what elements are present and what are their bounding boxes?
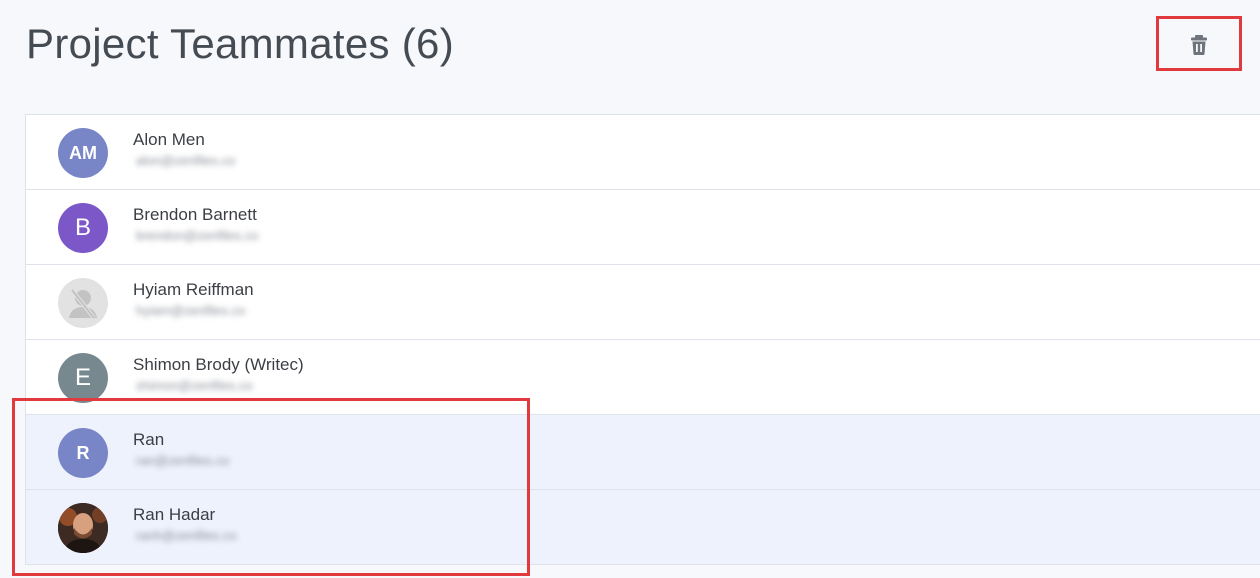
teammate-row-shimon-brody[interactable]: E Shimon Brody (Writec) shimon@zenfiles.… bbox=[26, 340, 1260, 415]
trash-icon bbox=[1191, 35, 1207, 55]
teammates-list: AM Alon Men alon@zenfiles.co B Brendon B… bbox=[25, 114, 1260, 565]
avatar: B bbox=[58, 203, 108, 253]
teammates-page: Project Teammates (6) AM Alon Men alon@z… bbox=[0, 0, 1260, 578]
teammate-row-ran[interactable]: R Ran ran@zenfiles.co bbox=[26, 415, 1260, 490]
avatar-photo bbox=[58, 503, 108, 553]
avatar-initials: B bbox=[74, 214, 91, 241]
delete-button[interactable] bbox=[1180, 28, 1218, 62]
teammate-name: Alon Men bbox=[133, 130, 205, 149]
avatar: AM bbox=[58, 128, 108, 178]
teammate-name: Hyiam Reiffman bbox=[133, 280, 254, 299]
teammate-email: brendon@zenfiles.co bbox=[136, 228, 259, 243]
teammate-name: Shimon Brody (Writec) bbox=[133, 355, 304, 374]
no-user-icon bbox=[69, 288, 97, 320]
teammate-name: Ran bbox=[133, 430, 165, 449]
teammate-email: ranh@zenfiles.co bbox=[136, 528, 237, 543]
teammate-email: alon@zenfiles.co bbox=[136, 153, 236, 168]
teammate-email: hyiam@zenfiles.co bbox=[136, 303, 246, 318]
teammate-name: Brendon Barnett bbox=[133, 205, 257, 224]
teammate-row-alon-men[interactable]: AM Alon Men alon@zenfiles.co bbox=[26, 115, 1260, 190]
teammate-row-brendon-barnett[interactable]: B Brendon Barnett brendon@zenfiles.co bbox=[26, 190, 1260, 265]
teammate-email: ran@zenfiles.co bbox=[136, 453, 230, 468]
avatar: E bbox=[58, 353, 108, 403]
avatar: R bbox=[58, 428, 108, 478]
teammate-name: Ran Hadar bbox=[133, 505, 216, 524]
teammate-row-hyiam-reiffman[interactable]: Hyiam Reiffman hyiam@zenfiles.co bbox=[26, 265, 1260, 340]
teammate-email: shimon@zenfiles.co bbox=[136, 378, 253, 393]
avatar-initials: E bbox=[74, 364, 91, 391]
avatar-initials: AM bbox=[69, 142, 97, 163]
avatar-initials: R bbox=[76, 442, 90, 463]
avatar bbox=[58, 278, 108, 328]
page-title: Project Teammates (6) bbox=[26, 20, 455, 67]
user-photo-icon bbox=[58, 503, 108, 553]
teammate-row-ran-hadar[interactable]: Ran Hadar ranh@zenfiles.co bbox=[26, 490, 1260, 565]
